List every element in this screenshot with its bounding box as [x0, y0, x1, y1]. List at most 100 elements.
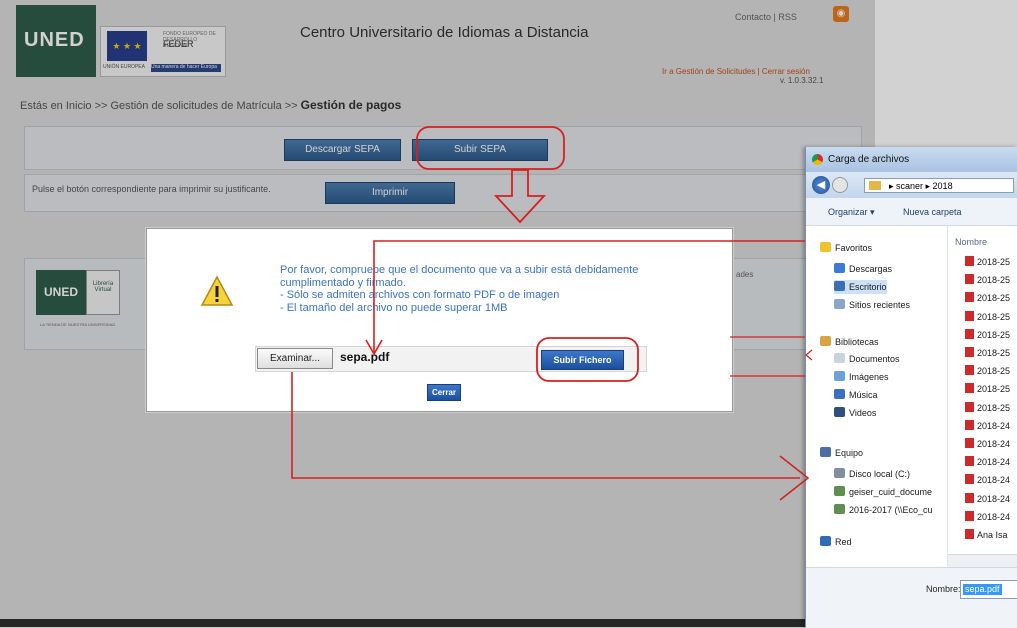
nav-item-im-genes[interactable]: Imágenes: [834, 370, 889, 384]
file-list-item[interactable]: Ana Isa: [965, 528, 1008, 542]
downloads-icon: [834, 263, 845, 273]
file-list-item[interactable]: 2018-25: [965, 291, 1010, 305]
imprimir-button[interactable]: Imprimir: [325, 182, 455, 204]
message-line: - El tamaño del archivo no puede superar…: [280, 301, 508, 314]
file-name: 2018-25: [977, 257, 1011, 267]
version-text: v. 1.0.3.32.1: [780, 76, 824, 85]
network-icon: [820, 536, 831, 546]
nav-item-bibliotecas[interactable]: Bibliotecas: [820, 335, 879, 349]
file-name: 2018-24: [977, 475, 1011, 486]
nav-item-label: Favoritos: [835, 243, 873, 253]
file-list-item[interactable]: 2018-25: [965, 310, 1010, 324]
uned-logo[interactable]: UNED: [16, 5, 96, 77]
window-titlebar[interactable]: Carga de archivos: [806, 147, 1017, 172]
images-icon: [834, 371, 845, 381]
computer-icon: [820, 447, 831, 457]
nav-item-disco-local-c[interactable]: Disco local (C:): [834, 467, 910, 481]
file-list-item[interactable]: 2018-25: [965, 328, 1010, 342]
pdf-file-icon: [965, 365, 974, 376]
subir-sepa-button[interactable]: Subir SEPA: [412, 139, 548, 161]
file-list-item[interactable]: 2018-24: [965, 510, 1010, 524]
nombre-input[interactable]: sepa.pdf: [960, 580, 1017, 599]
documents-icon: [834, 353, 845, 363]
eu-slogan-text: Una manera de hacer Europa: [151, 64, 221, 72]
file-list-item[interactable]: 2018-24: [965, 437, 1010, 451]
pdf-file-icon: [965, 456, 974, 467]
pdf-file-icon: [965, 419, 974, 430]
nav-item-label: Imágenes: [849, 372, 889, 382]
nav-item-label: geiser_cuid_docume: [849, 487, 933, 497]
pdf-file-icon: [965, 328, 974, 339]
examinar-button[interactable]: Examinar...: [257, 348, 333, 369]
breadcrumb-current: Gestión de pagos: [300, 98, 402, 112]
nav-item-sitios-recientes[interactable]: Sitios recientes: [834, 298, 910, 312]
file-list-item[interactable]: 2018-25: [965, 346, 1010, 360]
nombre-label: Nombre:: [926, 584, 961, 594]
nav-item-2016-2017-eco-cu[interactable]: 2016-2017 (\\Eco_cu: [834, 503, 933, 517]
file-list-item[interactable]: 2018-24: [965, 492, 1010, 506]
horizontal-scrollbar[interactable]: [948, 554, 1017, 567]
pdf-file-icon: [965, 401, 974, 412]
nav-item-favoritos[interactable]: Favoritos: [820, 241, 872, 255]
file-name: 2018-25: [977, 275, 1011, 286]
nav-item-equipo[interactable]: Equipo: [820, 446, 863, 460]
nav-item-m-sica[interactable]: Música: [834, 388, 878, 402]
nueva-carpeta-button[interactable]: Nueva carpeta: [903, 207, 962, 217]
nav-item-label: Disco local (C:): [849, 469, 911, 479]
feder-text: FEDER: [163, 39, 194, 49]
file-list-item[interactable]: 2018-24: [965, 473, 1010, 487]
pdf-file-icon: [965, 510, 974, 521]
pdf-file-icon: [965, 383, 974, 394]
file-name: 2018-24: [977, 439, 1011, 449]
nav-item-label: Descargas: [849, 264, 893, 274]
subir-fichero-button[interactable]: Subir Fichero: [541, 350, 624, 370]
breadcrumb-path[interactable]: Estás en Inicio >> Gestión de solicitude…: [20, 100, 298, 112]
file-list-item[interactable]: 2018-25: [965, 401, 1010, 415]
file-name: 2018-25: [977, 366, 1011, 377]
upload-message: Por favor, compruebe que el documento qu…: [280, 264, 700, 314]
recent-icon: [834, 299, 845, 309]
file-name: 2018-24: [977, 493, 1011, 504]
nav-item-escritorio[interactable]: Escritorio: [834, 280, 887, 294]
libreria-virtual-logo[interactable]: Librería Virtual: [86, 270, 120, 315]
nav-item-red[interactable]: Red: [820, 535, 852, 549]
nav-item-label: Escritorio: [849, 282, 887, 292]
nav-item-label: 2016-2017 (\\Eco_cu: [849, 505, 933, 515]
nav-item-documentos[interactable]: Documentos: [834, 352, 900, 366]
nav-item-geiser-cuid-docume[interactable]: geiser_cuid_docume: [834, 485, 932, 499]
nav-item-label: Red: [835, 537, 852, 547]
print-instructions: Pulse el botón correspondiente para impr…: [32, 184, 271, 194]
address-bar-row: ◀ ▸ scaner ▸ 2018: [806, 172, 1017, 198]
file-list-item[interactable]: 2018-25: [965, 255, 1010, 269]
file-list-item[interactable]: 2018-25: [965, 382, 1010, 396]
uned-logo-text: UNED: [24, 29, 85, 51]
nav-item-label: Documentos: [849, 354, 900, 364]
drive-icon: [834, 468, 845, 478]
uned-small-logo[interactable]: UNED: [36, 270, 86, 315]
breadcrumb: Estás en Inicio >> Gestión de solicitude…: [20, 98, 401, 112]
management-links[interactable]: Ir a Gestión de Solicitudes | Cerrar ses…: [662, 67, 810, 76]
nav-item-descargas[interactable]: Descargas: [834, 262, 892, 276]
organizar-button[interactable]: Organizar ▾: [828, 207, 875, 218]
column-header-nombre[interactable]: Nombre: [955, 237, 987, 247]
pdf-file-icon: [965, 347, 974, 357]
file-list-item[interactable]: 2018-25: [965, 273, 1010, 287]
file-name: 2018-24: [977, 420, 1011, 431]
descargar-sepa-button[interactable]: Descargar SEPA: [284, 139, 401, 161]
address-path[interactable]: ▸ scaner ▸ 2018: [864, 178, 1014, 193]
file-list-item[interactable]: 2018-25: [965, 364, 1010, 378]
nav-item-videos[interactable]: Videos: [834, 406, 876, 420]
file-name: 2018-25: [977, 293, 1011, 304]
library-icon: [820, 336, 831, 346]
cerrar-button[interactable]: Cerrar: [427, 384, 461, 401]
back-arrow-icon[interactable]: ◀: [812, 176, 830, 194]
forward-arrow-icon[interactable]: [832, 177, 848, 193]
file-list-item[interactable]: 2018-24: [965, 455, 1010, 469]
message-line: - Sólo se admiten archivos con formato P…: [280, 289, 560, 301]
folder-icon: [869, 181, 881, 190]
rss-icon[interactable]: ◉: [833, 6, 849, 22]
explorer-toolbar: Organizar ▾ Nueva carpeta: [806, 198, 1017, 226]
contact-rss-links[interactable]: Contacto | RSS: [735, 12, 797, 22]
pdf-file-icon: [965, 529, 974, 539]
file-list-item[interactable]: 2018-24: [965, 419, 1010, 433]
